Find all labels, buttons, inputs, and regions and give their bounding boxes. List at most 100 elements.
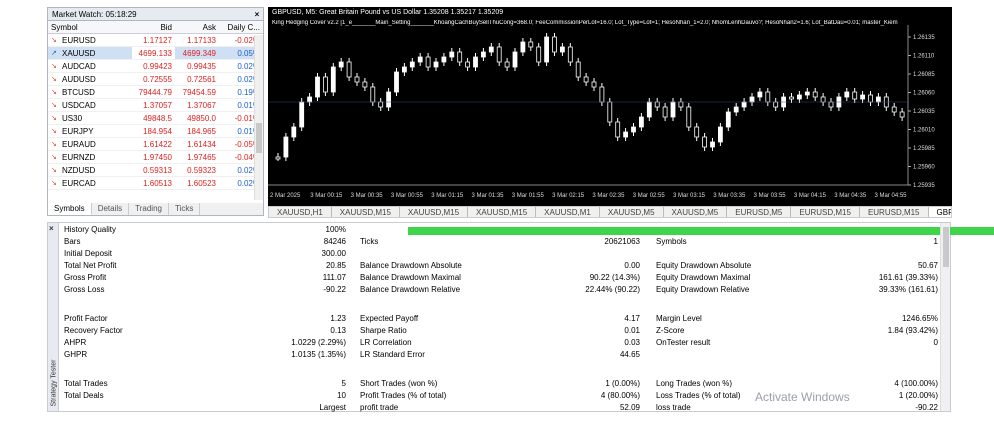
time-label: 3 Mar 03:55 [754,193,787,199]
chart-tab[interactable]: EURUSD,M15 [860,207,929,217]
metric-label: Balance Drawdown Absolute [360,261,462,270]
symbol-name: EURUSD [62,35,96,45]
candle-body [299,101,305,128]
chart-tab[interactable]: XAUUSD,M5 [664,207,728,217]
chart-tab[interactable]: XAUUSD,M1 [536,207,600,217]
market-watch-panel: Market Watch: 05:18:29 × Symbol Bid Ask … [47,7,264,215]
metric-value: 1 (20.00%) [898,391,938,400]
arrow-down-icon: ↘ [51,114,57,122]
candle-body [638,116,644,128]
time-label: 3 Mar 04:55 [875,193,908,199]
symbol-cell: ↘ EURCAD [48,177,132,189]
candle-body [504,61,510,68]
tab-symbols[interactable]: Symbols [48,203,92,215]
market-watch-row[interactable]: ↘ EURCAD 1.60513 1.60523 0.02% [48,177,263,190]
scrollbar-thumb[interactable] [943,227,949,267]
candle-body [338,61,344,68]
close-icon[interactable]: × [251,8,263,20]
candle-body [552,36,557,53]
chart-tab[interactable]: XAUUSD,M5 [600,207,664,217]
price-label: 1.26010 [913,128,935,134]
market-watch-row[interactable]: ↘ EURNZD 1.97450 1.97465 -0.04% [48,151,263,164]
symbol-cell: ↘ USDCAD [48,99,132,111]
candle-body [275,156,281,160]
metric-value: 1.0229 (2.29%) [291,338,346,347]
tab-trading[interactable]: Trading [129,203,169,215]
chart-tab[interactable]: XAUUSD,M15 [400,207,469,217]
market-watch-row[interactable]: ↘ AUDCAD 0.99423 0.99435 0.02% [48,60,263,73]
candle-body [528,41,534,48]
candle-body [575,61,581,78]
tab-details[interactable]: Details [92,203,130,215]
candle-body [544,36,550,63]
price-label: 1.26035 [913,109,935,115]
candle-body [725,111,731,128]
time-label: 3 Mar 02:55 [633,193,666,199]
market-watch-titlebar: Market Watch: 05:18:29 × [48,8,263,21]
tester-row: Profit Factor 1.23 Expected Payoff 4.17 Marg… [60,313,940,325]
chart-tab[interactable]: XAUUSD,H1 [269,207,332,217]
tab-ticks[interactable]: Ticks [169,203,201,215]
chart-tab[interactable]: EURUSD,M15 [791,207,860,217]
metric-value: Largest [319,403,346,412]
chart-tabs: XAUUSD,H1 XAUUSD,M15 XAUUSD,M15 XAUUSD,M15 X… [268,206,952,218]
candle-body [899,111,905,118]
metric-label: Profit Factor [64,314,108,323]
tester-scrollbar[interactable] [940,223,950,411]
column-header-bid[interactable]: Bid [132,21,175,33]
market-watch-row[interactable]: ↘ US30 49848.5 49850.0 -0.01% [48,112,263,125]
symbol-cell: ↘ BTCUSD [48,86,132,98]
ask-cell: 1.37067 [187,101,216,110]
symbol-cell: ↘ EURUSD [48,34,132,46]
market-watch-row[interactable]: ↘ EURAUD 1.61422 1.61434 -0.05% [48,138,263,151]
ask-cell: 79454.59 [182,88,216,97]
symbol-cell: ↘ EURNZD [48,151,132,163]
candlestick-chart[interactable]: 1.26135 1.26110 1.26085 1.26060 1.26035 1.260… [268,7,952,206]
close-icon[interactable]: × [49,224,54,233]
arrow-up-icon: ↗ [51,49,57,57]
bid-cell: 1.17127 [132,34,175,46]
history-quality-bar [408,227,994,235]
bid-cell: 0.72555 [132,73,175,85]
chart-tab[interactable]: GBPUSD,M15 [928,207,951,217]
candle-body [473,56,478,68]
market-watch-row[interactable]: ↘ AUDUSD 0.72555 0.72561 0.02% [48,73,263,86]
metric-value: 50.67 [917,261,938,270]
tester-row: Recovery Factor 0.13 Sharpe Ratio 0.01 Z-Sco… [60,325,940,337]
market-watch-row[interactable]: ↘ EURUSD 1.17127 1.17133 -0.02% [48,34,263,47]
metric-label: Total Net Profit [64,261,117,270]
market-watch-row[interactable]: ↘ USDCAD 1.37057 1.37067 0.01% [48,99,263,112]
ask-cell: 1.60523 [187,179,216,188]
price-chart[interactable]: 1.26135 1.26110 1.26085 1.26060 1.26035 1.260… [268,7,952,206]
column-header-ask[interactable]: Ask [175,21,219,33]
tester-row: GHPR 1.0135 (1.35%) LR Standard Error 44.65 [60,349,940,361]
time-label: 3 Mar 02:35 [592,193,625,199]
candle-body [315,76,320,98]
tester-row [60,366,940,378]
metric-label: AHPR [64,338,87,347]
metric-label: profit trade [360,403,399,412]
candle-body [583,76,589,83]
market-watch-row[interactable]: ↗ XAUUSD 4699.133 4699.349 0.05% [48,47,263,60]
chart-tab[interactable]: XAUUSD,M15 [468,207,537,217]
candle-body [678,101,684,108]
market-watch-row[interactable]: ↘ BTCUSD 79444.79 79454.59 0.19% [48,86,263,99]
metric-value: 4 (100.00%) [894,379,938,388]
market-watch-row[interactable]: ↘ EURJPY 184.954 184.965 0.01% [48,125,263,138]
market-watch-row[interactable]: ↘ NZDUSD 0.59313 0.59323 0.02% [48,164,263,177]
column-header-daily-change[interactable]: Daily C... [219,21,263,33]
ask-cell: 1.61434 [187,140,216,149]
metric-value: -90.22 [323,285,346,294]
scrollbar-thumb[interactable] [256,123,262,153]
chart-tab[interactable]: EURUSD,M5 [727,207,792,217]
metric-label: Profit Trades (% of total) [360,391,447,400]
symbol-cell: ↘ AUDUSD [48,73,132,85]
candle-body [717,126,723,143]
column-header-symbol[interactable]: Symbol [48,21,132,33]
metric-label: OnTester result [656,338,711,347]
arrow-down-icon: ↘ [51,88,57,96]
market-watch-scrollbar[interactable] [254,35,263,200]
candle-body [686,106,692,128]
chart-tab[interactable]: XAUUSD,M15 [332,207,400,217]
ask-cell: 4699.349 [182,49,216,58]
